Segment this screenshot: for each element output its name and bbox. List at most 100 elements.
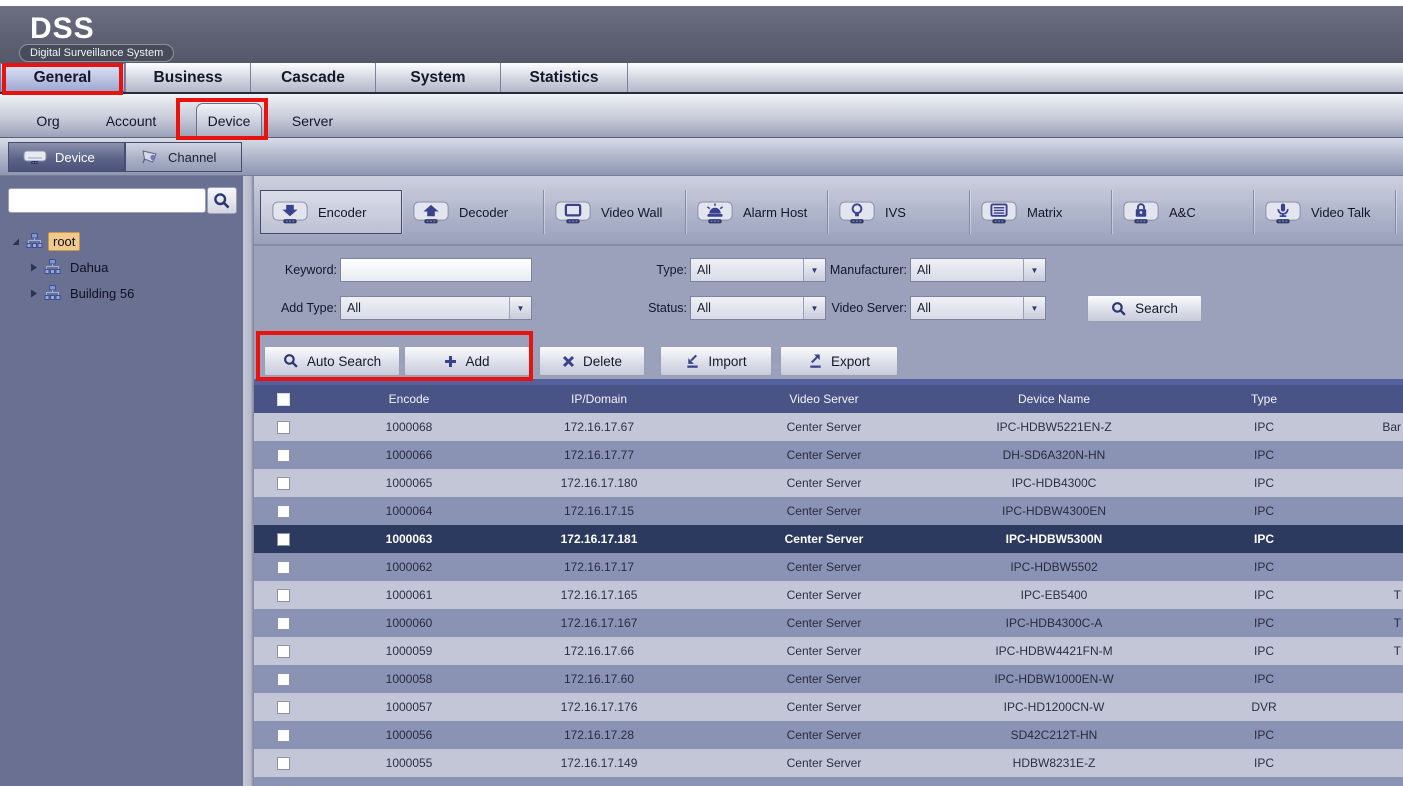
manufacturer-dropdown[interactable]: All▼: [910, 258, 1046, 282]
cell-video-server: Center Server: [694, 448, 954, 462]
cell-ip-domain: 172.16.17.66: [504, 644, 694, 658]
keyword-input[interactable]: [340, 258, 532, 282]
row-checkbox[interactable]: [277, 617, 290, 630]
cell-video-server: Center Server: [694, 588, 954, 602]
type-dropdown[interactable]: All▼: [690, 258, 826, 282]
search-button[interactable]: Search: [1087, 295, 1202, 322]
cell-device-name: IPC-HDBW4421FN-M: [954, 644, 1154, 658]
tab-general[interactable]: General: [0, 63, 126, 92]
row-checkbox[interactable]: [277, 589, 290, 602]
table-row[interactable]: 1000058172.16.17.60Center ServerIPC-HDBW…: [254, 665, 1403, 693]
table-row[interactable]: 1000060172.16.17.167Center ServerIPC-HDB…: [254, 609, 1403, 637]
table-row[interactable]: [254, 777, 1403, 786]
devtab-encoder[interactable]: Encoder: [260, 190, 402, 234]
add-type-dropdown[interactable]: All▼: [340, 296, 532, 320]
cell-type: IPC: [1154, 588, 1374, 602]
import-button[interactable]: Import: [660, 346, 772, 376]
org-node-icon: [44, 285, 61, 301]
add-button[interactable]: Add: [404, 346, 530, 376]
table-row[interactable]: 1000065172.16.17.180Center ServerIPC-HDB…: [254, 469, 1403, 497]
collapsed-arrow-icon: [28, 288, 39, 299]
row-checkbox[interactable]: [277, 561, 290, 574]
cell-type: IPC: [1154, 476, 1374, 490]
row-checkbox[interactable]: [277, 757, 290, 770]
x-icon: [562, 355, 575, 368]
view-toggle-channel[interactable]: Channel: [125, 142, 242, 172]
table-row[interactable]: 1000056172.16.17.28Center ServerSD42C212…: [254, 721, 1403, 749]
table-row[interactable]: 1000066172.16.17.77Center ServerDH-SD6A3…: [254, 441, 1403, 469]
chevron-down-icon: ▼: [509, 297, 531, 319]
auto-search-button[interactable]: Auto Search: [264, 346, 400, 376]
device-content: Encoder Decoder Video Wall Alarm Host IV…: [254, 176, 1403, 786]
cell-encode: 1000061: [314, 588, 504, 602]
cell-encode: 1000065: [314, 476, 504, 490]
row-checkbox[interactable]: [277, 729, 290, 742]
tab-system[interactable]: System: [376, 63, 501, 92]
tab-business[interactable]: Business: [126, 63, 251, 92]
subtab-server[interactable]: Server: [285, 113, 340, 129]
tree-node-building-56[interactable]: Building 56: [0, 280, 243, 306]
row-checkbox[interactable]: [277, 505, 290, 518]
cell-encode: 1000058: [314, 672, 504, 686]
row-checkbox[interactable]: [277, 533, 290, 546]
matrix-icon: [980, 199, 1018, 226]
devtab-decoder[interactable]: Decoder: [402, 190, 544, 234]
row-checkbox[interactable]: [277, 477, 290, 490]
status-dropdown[interactable]: All▼: [690, 296, 826, 320]
cell-video-server: Center Server: [694, 476, 954, 490]
table-row[interactable]: 1000059172.16.17.66Center ServerIPC-HDBW…: [254, 637, 1403, 665]
cell-extra: T: [1374, 588, 1403, 602]
devtab-video-talk[interactable]: Video Talk: [1254, 190, 1396, 234]
col-header-device-name: Device Name: [954, 392, 1154, 406]
col-header-encode: Encode: [314, 392, 504, 406]
cell-type: IPC: [1154, 560, 1374, 574]
devtab-video-wall[interactable]: Video Wall: [544, 190, 686, 234]
subtab-account[interactable]: Account: [100, 113, 162, 129]
delete-button[interactable]: Delete: [539, 346, 645, 376]
cell-video-server: Center Server: [694, 728, 954, 742]
org-search-button[interactable]: [207, 187, 237, 214]
row-checkbox[interactable]: [277, 421, 290, 434]
sidebar: root Dahua Building 56: [0, 176, 243, 786]
tab-statistics[interactable]: Statistics: [501, 63, 628, 92]
cell-video-server: Center Server: [694, 504, 954, 518]
cell-encode: 1000062: [314, 560, 504, 574]
devtab-matrix[interactable]: Matrix: [970, 190, 1112, 234]
row-checkbox[interactable]: [277, 701, 290, 714]
chevron-down-icon: ▼: [1023, 297, 1045, 319]
row-checkbox[interactable]: [277, 449, 290, 462]
video-server-dropdown[interactable]: All▼: [910, 296, 1046, 320]
cell-ip-domain: 172.16.17.167: [504, 616, 694, 630]
devtab-ac[interactable]: A&C: [1112, 190, 1254, 234]
table-row[interactable]: 1000061172.16.17.165Center ServerIPC-EB5…: [254, 581, 1403, 609]
devtab-ivs[interactable]: IVS: [828, 190, 970, 234]
select-all-checkbox[interactable]: [277, 393, 290, 406]
table-row[interactable]: 1000068172.16.17.67Center ServerIPC-HDBW…: [254, 413, 1403, 441]
table-row[interactable]: 1000055172.16.17.149Center ServerHDBW823…: [254, 749, 1403, 777]
table-row[interactable]: 1000063172.16.17.181Center ServerIPC-HDB…: [254, 525, 1403, 553]
devtab-alarm-host[interactable]: Alarm Host: [686, 190, 828, 234]
tree-node-root[interactable]: root: [0, 228, 243, 254]
tree-node-dahua[interactable]: Dahua: [0, 254, 243, 280]
cell-extra: T: [1374, 644, 1403, 658]
cell-ip-domain: 172.16.17.180: [504, 476, 694, 490]
channel-camera-icon: [140, 149, 160, 165]
table-row[interactable]: 1000057172.16.17.176Center ServerIPC-HD1…: [254, 693, 1403, 721]
export-button[interactable]: Export: [780, 346, 898, 376]
row-checkbox[interactable]: [277, 645, 290, 658]
cell-encode: 1000068: [314, 420, 504, 434]
tab-cascade[interactable]: Cascade: [251, 63, 376, 92]
org-search-input[interactable]: [8, 188, 206, 213]
app-header: DSS Digital Surveillance System: [0, 6, 1403, 63]
device-type-tab-bar: Encoder Decoder Video Wall Alarm Host IV…: [254, 176, 1403, 246]
cell-type: IPC: [1154, 672, 1374, 686]
view-toggle-device[interactable]: Device: [8, 142, 125, 172]
table-row[interactable]: 1000062172.16.17.17Center ServerIPC-HDBW…: [254, 553, 1403, 581]
cell-ip-domain: 172.16.17.149: [504, 756, 694, 770]
subtab-device[interactable]: Device: [196, 103, 262, 137]
row-checkbox[interactable]: [277, 673, 290, 686]
decoder-icon: [412, 199, 450, 226]
col-header-video-server: Video Server: [694, 392, 954, 406]
table-row[interactable]: 1000064172.16.17.15Center ServerIPC-HDBW…: [254, 497, 1403, 525]
subtab-org[interactable]: Org: [18, 113, 78, 129]
